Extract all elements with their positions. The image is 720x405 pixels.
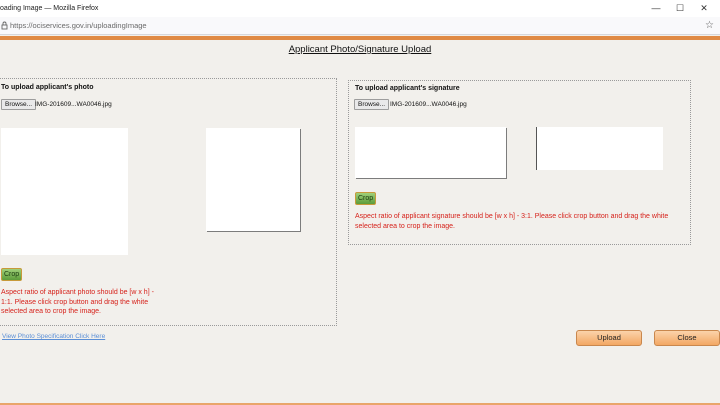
signature-browse-button[interactable]: Browse... — [354, 99, 390, 110]
photo-heading: To upload applicant's photo — [1, 84, 94, 91]
close-button[interactable]: Close — [654, 330, 720, 346]
lock-icon — [1, 17, 8, 35]
signature-upload-panel: To upload applicant's signature Browse..… — [348, 80, 691, 245]
signature-preview-image — [537, 127, 663, 170]
signature-heading: To upload applicant's signature — [355, 85, 460, 92]
page-title: Applicant Photo/Signature Upload — [288, 44, 432, 55]
signature-crop-source-image[interactable] — [355, 127, 506, 178]
signature-file-name: IMG-201609...WA0046.jpg — [390, 101, 467, 108]
maximize-icon[interactable]: ☐ — [670, 0, 690, 17]
photo-browse-button[interactable]: Browse... — [1, 99, 37, 110]
photo-crop-button[interactable]: Crop — [1, 268, 23, 281]
window-title: oading Image — Mozilla Firefox — [0, 5, 99, 12]
window-titlebar: oading Image — Mozilla Firefox — ☐ ✕ — [0, 0, 720, 17]
signature-crop-button[interactable]: Crop — [355, 192, 377, 205]
bookmark-star-icon[interactable]: ☆ — [705, 17, 714, 35]
photo-aspect-message: Aspect ratio of applicant photo should b… — [1, 289, 154, 315]
url-text[interactable]: https://ociservices.gov.in/uploadingImag… — [10, 17, 147, 35]
photo-file-name: IMG-201609...WA0046.jpg — [35, 101, 112, 108]
photo-crop-source-image[interactable] — [1, 128, 128, 255]
signature-aspect-message: Aspect ratio of applicant signature shou… — [355, 213, 669, 230]
upload-button[interactable]: Upload — [576, 330, 642, 346]
photo-specification-link[interactable]: View Photo Specification Click Here — [2, 333, 105, 340]
close-window-icon[interactable]: ✕ — [694, 0, 714, 17]
photo-upload-panel: To upload applicant's photo Browse... IM… — [0, 78, 337, 326]
address-bar[interactable]: https://ociservices.gov.in/uploadingImag… — [0, 17, 720, 35]
photo-preview-image — [206, 128, 300, 231]
minimize-icon[interactable]: — — [646, 0, 666, 17]
header-orange-rule — [0, 36, 720, 40]
